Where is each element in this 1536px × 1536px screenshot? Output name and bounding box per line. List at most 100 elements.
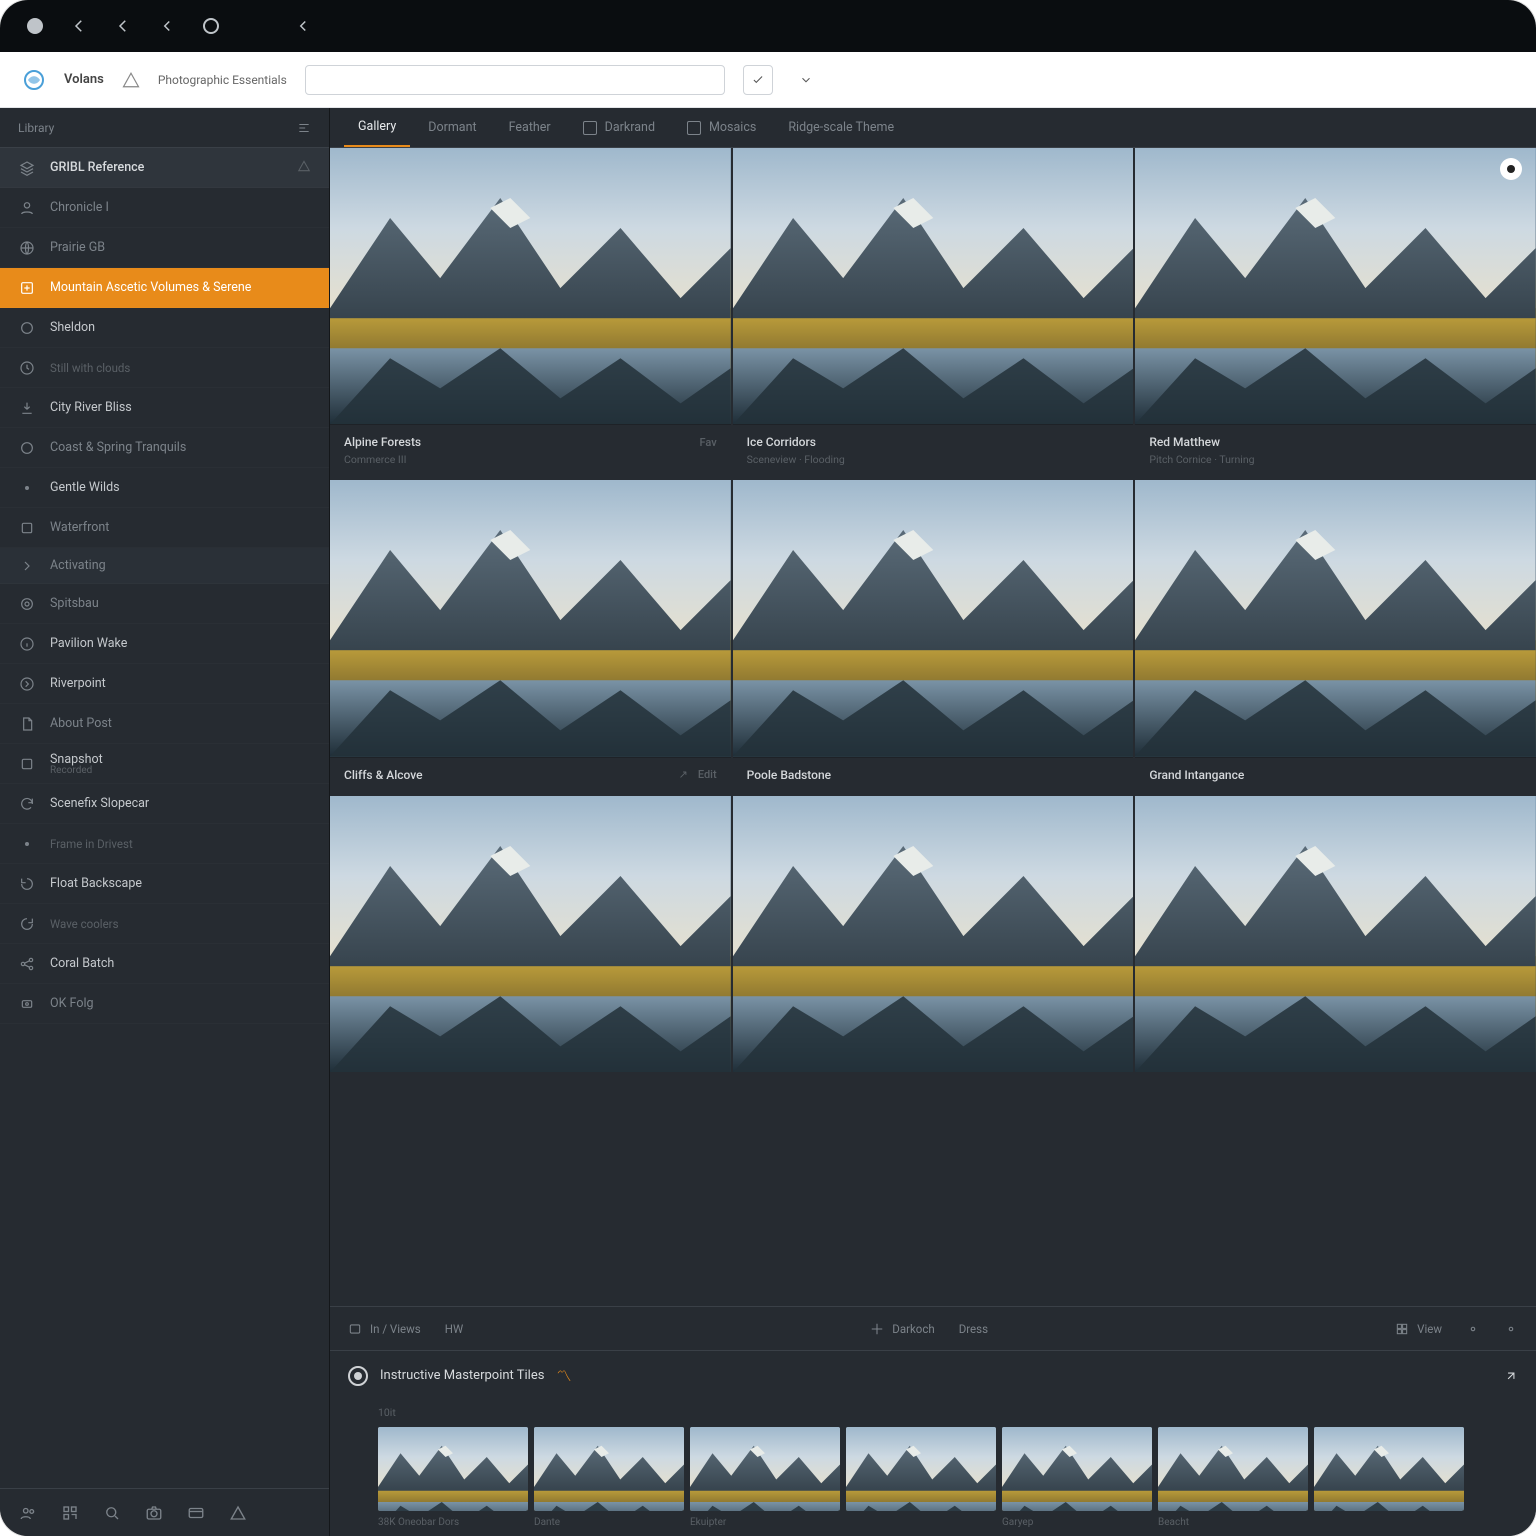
sidebar-item-17[interactable]: Frame in Drivest [0,824,329,864]
sidebar-item-15[interactable]: SnapshotRecorded [0,744,329,784]
thumb-caption-1-1: Poole Badstone [733,757,1134,796]
tab-0[interactable]: Gallery [344,108,410,147]
sidebar-item-10[interactable]: Activating [0,548,329,584]
sidebar-item-0[interactable]: GRIBL Reference [0,148,329,188]
back2-icon[interactable] [112,15,134,37]
tab-label: Darkrand [605,120,655,135]
strip-item-2[interactable]: Ekuipter [690,1427,840,1528]
clock-icon [18,359,36,377]
strip-item-5[interactable]: Beacht [1158,1427,1308,1528]
thumb-action[interactable]: Edit [698,768,717,781]
spark-icon: 〽 [556,1365,571,1386]
tab-action-download[interactable] [1462,108,1490,147]
meta-views[interactable]: In / Views [348,1322,421,1336]
sidebar-item-5[interactable]: Still with clouds [0,348,329,388]
tab-5[interactable]: Ridge-scale Theme [774,108,908,147]
thumb-subtitle: Commerce III [344,453,717,466]
tab-2[interactable]: Feather [495,108,565,147]
ring-icon [348,1366,368,1386]
expand-icon[interactable] [1504,1369,1518,1383]
badge-icon [18,995,36,1013]
tab-action-refresh[interactable] [1494,108,1522,147]
card-icon[interactable] [186,1503,206,1523]
thumb-0-2[interactable] [1135,148,1536,424]
thumb-0-0[interactable] [330,148,731,424]
strip-label: Ekuipter [690,1517,840,1528]
chevron-icon [18,557,36,575]
breadcrumb: Photographic Essentials [158,73,287,87]
thumb-action[interactable]: Fav [699,436,716,449]
plus-square-icon [18,279,36,297]
meta-view[interactable]: View [1395,1322,1442,1336]
strip-thumb [1158,1427,1308,1511]
thumb-title: Poole Badstone [747,768,831,782]
meta-darkoch[interactable]: Darkoch [870,1322,934,1336]
strip-item-0[interactable]: 38K Oneobar Dors [378,1427,528,1528]
sidebar-item-6[interactable]: City River Bliss [0,388,329,428]
meta-dot1[interactable] [1466,1322,1480,1336]
meta-dress[interactable]: Dress [959,1322,988,1336]
warning-icon [122,71,140,89]
sidebar-item-label: City River Bliss [50,400,132,415]
strip-item-4[interactable]: Garyep [1002,1427,1152,1528]
dot-icon [18,835,36,853]
layers-icon [18,159,36,177]
thumb-title: Ice Corridors [747,435,816,449]
thumb-1-2[interactable] [1135,480,1536,756]
sidebar-item-20[interactable]: Coral Batch [0,944,329,984]
thumb-2-2[interactable] [1135,796,1536,1072]
sidebar-item-12[interactable]: Pavilion Wake [0,624,329,664]
thumb-2-0[interactable] [330,796,731,1072]
sidebar-item-4[interactable]: Sheldon [0,308,329,348]
sidebar-item-19[interactable]: Wave coolers [0,904,329,944]
back4-icon[interactable] [292,15,314,37]
back3-icon[interactable] [156,15,178,37]
sidebar-item-13[interactable]: Riverpoint [0,664,329,704]
tab-4[interactable]: Mosaics [673,108,770,147]
tb-dot-icon[interactable] [24,15,46,37]
back-icon[interactable] [68,15,90,37]
brand-label: Volans [64,72,104,87]
tb-circle-icon[interactable] [200,15,222,37]
sidebar-item-7[interactable]: Coast & Spring Tranquils [0,428,329,468]
sidebar-item-label: Mountain Ascetic Volumes & Serene [50,280,251,295]
thumb-1-1[interactable] [733,480,1134,756]
thumb-caption-0-1: Ice Corridors Sceneview · Flooding [733,424,1134,480]
sidebar-item-8[interactable]: Gentle Wilds [0,468,329,508]
sidebar-item-11[interactable]: Spitsbau [0,584,329,624]
chevron-down-icon[interactable] [791,65,821,95]
sidebar-item-1[interactable]: Chronicle I [0,188,329,228]
users-icon[interactable] [18,1503,38,1523]
qr-icon[interactable] [60,1503,80,1523]
tab-3[interactable]: Darkrand [569,108,669,147]
sidebar-item-9[interactable]: Waterfront [0,508,329,548]
strip-item-6[interactable] [1314,1427,1464,1528]
sidebar-item-2[interactable]: Prairie GB [0,228,329,268]
camera-icon[interactable] [144,1503,164,1523]
search-input[interactable] [305,65,725,95]
tab-1[interactable]: Dormant [414,108,490,147]
strip-item-3[interactable] [846,1427,996,1528]
thumb-0-1[interactable] [733,148,1134,424]
sidebar-item-16[interactable]: Scenefix Slopecar [0,784,329,824]
sidebar-item-21[interactable]: OK Folg [0,984,329,1024]
meta-dot2[interactable] [1504,1322,1518,1336]
thumb-action[interactable]: ↗ [679,768,688,781]
sidebar-item-label: Wave coolers [50,917,119,931]
strip-thumb [1314,1427,1464,1511]
thumb-2-1[interactable] [733,796,1134,1072]
thumb-title: Red Matthew [1149,435,1220,449]
sidebar-item-3[interactable]: Mountain Ascetic Volumes & Serene [0,268,329,308]
triangle-icon[interactable] [228,1503,248,1523]
tab-label: Gallery [358,119,396,134]
sidebar-item-label: Prairie GB [50,240,105,255]
strip-item-1[interactable]: Dante [534,1427,684,1528]
sidebar-item-14[interactable]: About Post [0,704,329,744]
sidebar-item-label: Spitsbau [50,596,99,611]
sidebar-header-action-icon[interactable] [297,121,311,135]
search-icon[interactable] [102,1503,122,1523]
confirm-button[interactable] [743,65,773,95]
thumb-1-0[interactable] [330,480,731,756]
circle-icon [18,439,36,457]
sidebar-item-18[interactable]: Float Backscape [0,864,329,904]
